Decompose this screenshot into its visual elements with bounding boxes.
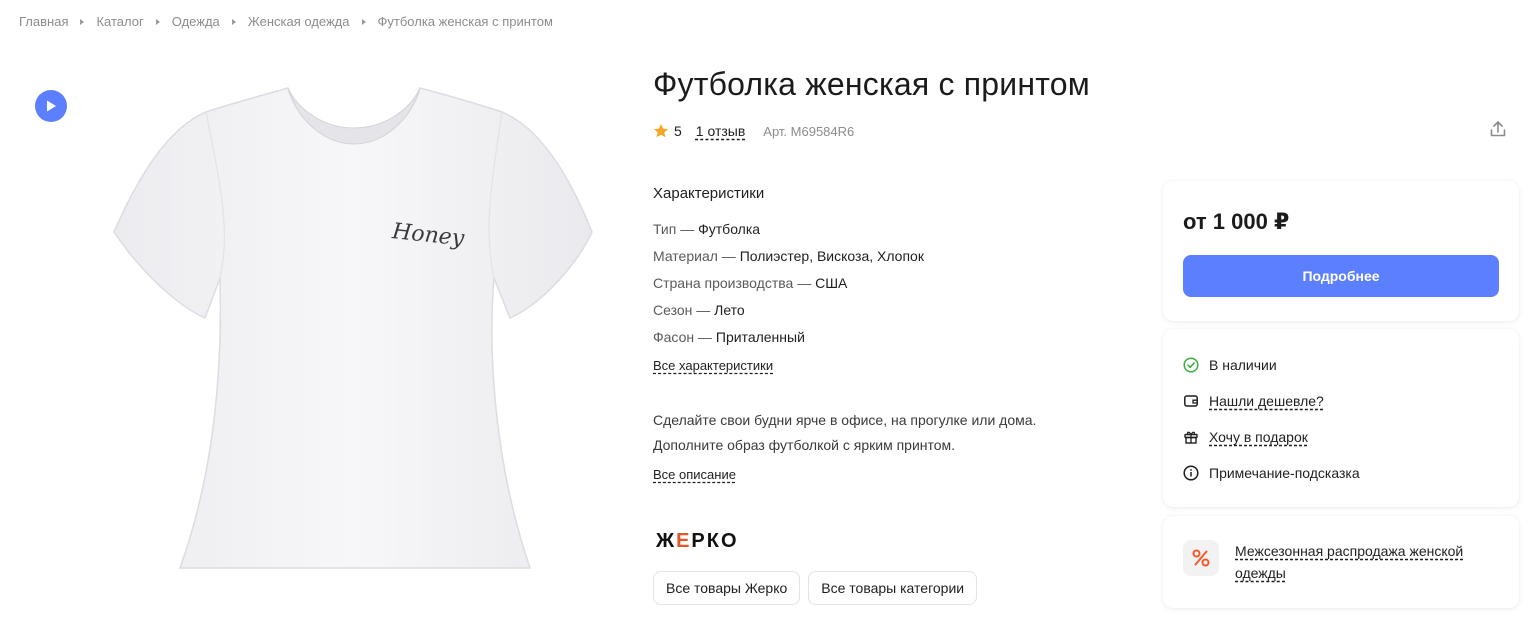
breadcrumb-separator-icon bbox=[80, 18, 85, 25]
sku: Арт. M69584R6 bbox=[763, 123, 855, 139]
all-specs-link[interactable]: Все характеристики bbox=[653, 358, 773, 373]
rating-value: 5 bbox=[674, 123, 682, 139]
product-title: Футболка женская с принтом bbox=[653, 66, 1090, 102]
spec-item: Фасон — Приталенный bbox=[653, 329, 805, 345]
percent-icon bbox=[1183, 540, 1219, 576]
product-gallery: Honey bbox=[0, 60, 620, 590]
product-image[interactable]: Honey bbox=[110, 82, 596, 574]
wallet-icon bbox=[1184, 395, 1198, 407]
breadcrumb-clothing[interactable]: Одежда bbox=[172, 14, 220, 29]
breadcrumb-catalog[interactable]: Каталог bbox=[96, 14, 143, 29]
gift-icon bbox=[1184, 431, 1198, 444]
breadcrumb-separator-icon bbox=[231, 18, 236, 25]
spec-item: Страна производства — США bbox=[653, 275, 848, 291]
share-icon[interactable] bbox=[1488, 119, 1508, 139]
check-circle-icon bbox=[1183, 357, 1199, 373]
availability-card: В наличии Нашли дешевле? Хочу в подарок … bbox=[1163, 329, 1519, 507]
play-icon bbox=[47, 100, 56, 112]
promo-card[interactable]: Межсезонная распродажа женской одежды bbox=[1163, 516, 1519, 608]
product-description: Сделайте свои будни ярче в офисе, на про… bbox=[653, 408, 1123, 458]
product-meta: 5 1 отзыв Арт. M69584R6 bbox=[653, 123, 854, 139]
brand-logo[interactable]: ЖЕРКО bbox=[656, 530, 739, 553]
description-line: Сделайте свои будни ярче в офисе, на про… bbox=[653, 412, 1037, 428]
breadcrumb-separator-icon bbox=[361, 18, 366, 25]
reviews-link[interactable]: 1 отзыв bbox=[696, 123, 746, 139]
play-video-button[interactable] bbox=[35, 90, 67, 122]
price-card: от 1 000 ₽ Подробнее bbox=[1163, 181, 1519, 321]
description-line: Дополните образ футболкой с ярким принто… bbox=[653, 437, 956, 453]
breadcrumb-home[interactable]: Главная bbox=[19, 14, 68, 29]
details-button[interactable]: Подробнее bbox=[1183, 255, 1499, 297]
found-cheaper-row[interactable]: Нашли дешевле? bbox=[1183, 393, 1324, 409]
spec-item: Материал — Полиэстер, Вискоза, Хлопок bbox=[653, 248, 924, 264]
all-description-link[interactable]: Все описание bbox=[653, 467, 736, 482]
star-icon bbox=[654, 124, 668, 138]
specs-list: Тип — Футболка Материал — Полиэстер, Вис… bbox=[653, 219, 924, 354]
all-brand-products-button[interactable]: Все товары Жерко bbox=[653, 571, 801, 605]
specs-title: Характеристики bbox=[653, 185, 765, 202]
spec-item: Тип — Футболка bbox=[653, 221, 761, 237]
promo-link[interactable]: Межсезонная распродажа женской одежды bbox=[1235, 540, 1465, 584]
breadcrumb-current: Футболка женская с принтом bbox=[377, 14, 553, 29]
all-category-products-button[interactable]: Все товары категории bbox=[808, 571, 978, 605]
breadcrumb-womens-clothing[interactable]: Женская одежда bbox=[248, 14, 350, 29]
note-row: Примечание-подсказка bbox=[1183, 465, 1360, 481]
breadcrumb: Главная Каталог Одежда Женская одежда Фу… bbox=[19, 14, 553, 29]
spec-item: Сезон — Лето bbox=[653, 302, 745, 318]
in-stock-row: В наличии bbox=[1183, 357, 1277, 373]
price: от 1 000 ₽ bbox=[1183, 209, 1290, 234]
breadcrumb-separator-icon bbox=[155, 18, 160, 25]
gift-row[interactable]: Хочу в подарок bbox=[1183, 429, 1308, 445]
tag-buttons: Все товары Жерко Все товары категории bbox=[653, 571, 978, 605]
info-icon bbox=[1183, 465, 1199, 481]
